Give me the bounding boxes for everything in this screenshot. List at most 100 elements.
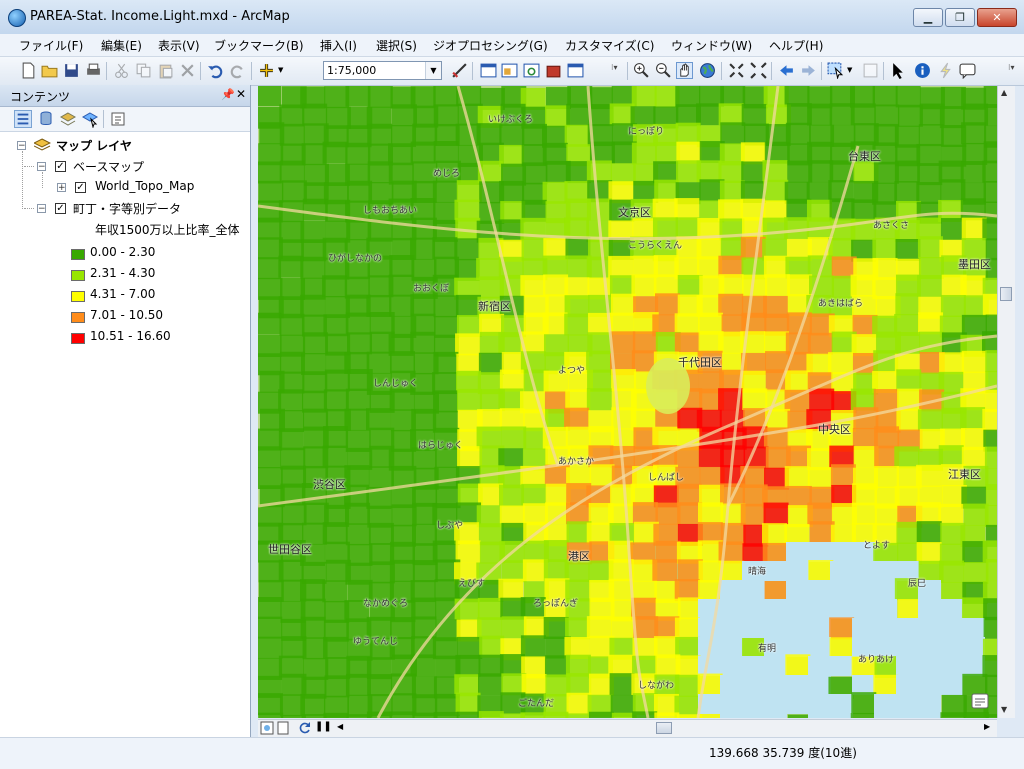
fixed-zoom-in-icon[interactable]: [728, 62, 745, 79]
menu-file[interactable]: ファイル(F): [19, 37, 83, 54]
toc-header: コンテンツ 📌 ✕: [0, 85, 250, 107]
choropleth-map[interactable]: [258, 86, 997, 718]
vertical-scroll-thumb[interactable]: [1000, 287, 1012, 301]
legend-class-label: 10.51 - 16.60: [90, 329, 171, 343]
new-document-icon[interactable]: [20, 62, 37, 79]
title-bar: PAREA-Stat. Income.Light.mxd - ArcMap ▁ …: [0, 0, 1024, 35]
menu-insert[interactable]: 挿入(I): [320, 37, 357, 54]
chevron-down-icon[interactable]: ▼: [425, 62, 441, 79]
close-button[interactable]: ✕: [977, 8, 1017, 27]
pan-hand-icon[interactable]: [676, 62, 693, 79]
fixed-zoom-out-icon[interactable]: [750, 62, 767, 79]
basemap-group-label[interactable]: ベースマップ: [73, 158, 144, 175]
refresh-icon[interactable]: [298, 721, 312, 735]
search-window-icon[interactable]: [523, 62, 540, 79]
menu-help[interactable]: ヘルプ(H): [769, 37, 823, 54]
cut-icon[interactable]: [113, 62, 130, 79]
menu-geoprocessing[interactable]: ジオプロセシング(G): [433, 37, 548, 54]
map-horizontal-scrollbar[interactable]: ❚❚ ◀ ▶: [258, 719, 997, 737]
data-frame-label[interactable]: マップ レイヤ: [56, 137, 132, 154]
legend-swatch[interactable]: [71, 333, 85, 344]
zoom-in-icon[interactable]: [633, 62, 650, 79]
save-icon[interactable]: [63, 62, 80, 79]
map-scale-combobox[interactable]: 1:75,000 ▼: [323, 61, 442, 80]
select-dropdown-icon[interactable]: ▼: [847, 66, 852, 74]
layout-view-icon[interactable]: [276, 721, 290, 735]
add-data-dropdown-icon[interactable]: ▼: [278, 66, 283, 74]
open-folder-icon[interactable]: [41, 62, 58, 79]
list-by-source-icon[interactable]: [37, 110, 55, 128]
menu-edit[interactable]: 編集(E): [101, 37, 142, 54]
paste-icon[interactable]: [157, 62, 174, 79]
editor-toolbar-icon[interactable]: [451, 62, 468, 79]
menu-windows[interactable]: ウィンドウ(W): [671, 37, 752, 54]
full-extent-globe-icon[interactable]: [699, 62, 716, 79]
topo-visibility-checkbox[interactable]: ✓: [75, 182, 86, 193]
map-place-label: 港区: [568, 550, 590, 563]
clear-selection-icon[interactable]: [862, 62, 879, 79]
scroll-left-icon[interactable]: ◀: [337, 722, 343, 731]
legend-swatch[interactable]: [71, 270, 85, 281]
add-data-icon[interactable]: [258, 62, 275, 79]
list-by-selection-icon[interactable]: [81, 110, 99, 128]
undo-icon[interactable]: [207, 62, 224, 79]
list-by-drawing-order-icon[interactable]: [14, 110, 32, 128]
legend-swatch[interactable]: [71, 312, 85, 323]
topo-layer-label[interactable]: World_Topo_Map: [95, 179, 194, 193]
catalog-window-icon[interactable]: [501, 62, 518, 79]
toolbar-overflow-icon[interactable]: ⁝▾: [611, 63, 618, 72]
identify-info-icon[interactable]: [914, 62, 931, 79]
scroll-down-icon[interactable]: ▼: [1001, 705, 1007, 714]
zoom-out-icon[interactable]: [655, 62, 672, 79]
menu-selection[interactable]: 選択(S): [376, 37, 417, 54]
maximize-button[interactable]: ❐: [945, 8, 975, 27]
legend-class-label: 7.01 - 10.50: [90, 308, 164, 322]
pause-drawing-icon[interactable]: ❚❚: [315, 721, 332, 732]
hyperlink-lightning-icon[interactable]: [937, 62, 954, 79]
map-place-label: 台東区: [848, 150, 881, 163]
menu-bookmarks[interactable]: ブックマーク(B): [214, 37, 304, 54]
basemap-visibility-checkbox[interactable]: ✓: [55, 161, 66, 172]
menu-customize[interactable]: カスタマイズ(C): [565, 37, 654, 54]
map-view[interactable]: 世田谷区 渋谷区 新宿区 文京区 千代田区 中央区 港区 江東区 台東区 墨田区 しもおちあい ひがし…: [258, 86, 997, 718]
list-by-visibility-icon[interactable]: [59, 110, 77, 128]
menu-view[interactable]: 表示(V): [158, 37, 200, 54]
copy-icon[interactable]: [135, 62, 152, 79]
status-bar: 139.668 35.739 度(10進): [0, 737, 1024, 769]
horizontal-scroll-thumb[interactable]: [656, 722, 672, 734]
legend-swatch[interactable]: [71, 291, 85, 302]
python-window-icon[interactable]: [567, 62, 584, 79]
pin-icon[interactable]: 📌: [221, 88, 235, 101]
minimize-button[interactable]: ▁: [913, 8, 943, 27]
toc-close-icon[interactable]: ✕: [236, 87, 246, 101]
legend-swatch[interactable]: [71, 249, 85, 260]
data-layer-visibility-checkbox[interactable]: ✓: [55, 203, 66, 214]
map-place-label: しんじゅく: [373, 379, 419, 389]
scroll-right-icon[interactable]: ▶: [984, 722, 990, 731]
arctoolbox-icon[interactable]: [545, 62, 562, 79]
table-of-contents-icon[interactable]: [480, 62, 497, 79]
print-icon[interactable]: [85, 62, 102, 79]
redo-icon[interactable]: [229, 62, 246, 79]
window-title: PAREA-Stat. Income.Light.mxd - ArcMap: [30, 9, 290, 24]
select-elements-arrow-icon[interactable]: [890, 62, 907, 79]
map-tips-icon[interactable]: [970, 691, 990, 711]
scroll-up-icon[interactable]: ▲: [1001, 88, 1007, 97]
basemap-collapse-toggle[interactable]: −: [37, 162, 46, 172]
root-collapse-toggle[interactable]: −: [17, 141, 26, 151]
layers-stack-icon: [34, 138, 51, 151]
back-arrow-icon[interactable]: [778, 62, 795, 79]
data-view-icon[interactable]: [260, 721, 274, 735]
topo-expand-toggle[interactable]: +: [57, 183, 66, 193]
html-popup-icon[interactable]: [959, 62, 976, 79]
map-place-label: よつや: [558, 366, 586, 376]
delete-icon[interactable]: [179, 62, 196, 79]
select-features-icon[interactable]: [827, 62, 844, 79]
data-layer-label[interactable]: 町丁・字等別データ: [73, 200, 181, 217]
map-vertical-scrollbar[interactable]: ▲ ▼: [997, 86, 1015, 718]
forward-arrow-icon[interactable]: [800, 62, 817, 79]
map-place-label: 新宿区: [478, 300, 511, 313]
data-layer-collapse-toggle[interactable]: −: [37, 204, 46, 214]
toc-options-icon[interactable]: [109, 110, 127, 128]
toolbar-overflow-icon-2[interactable]: ⁝▾: [1008, 63, 1015, 72]
